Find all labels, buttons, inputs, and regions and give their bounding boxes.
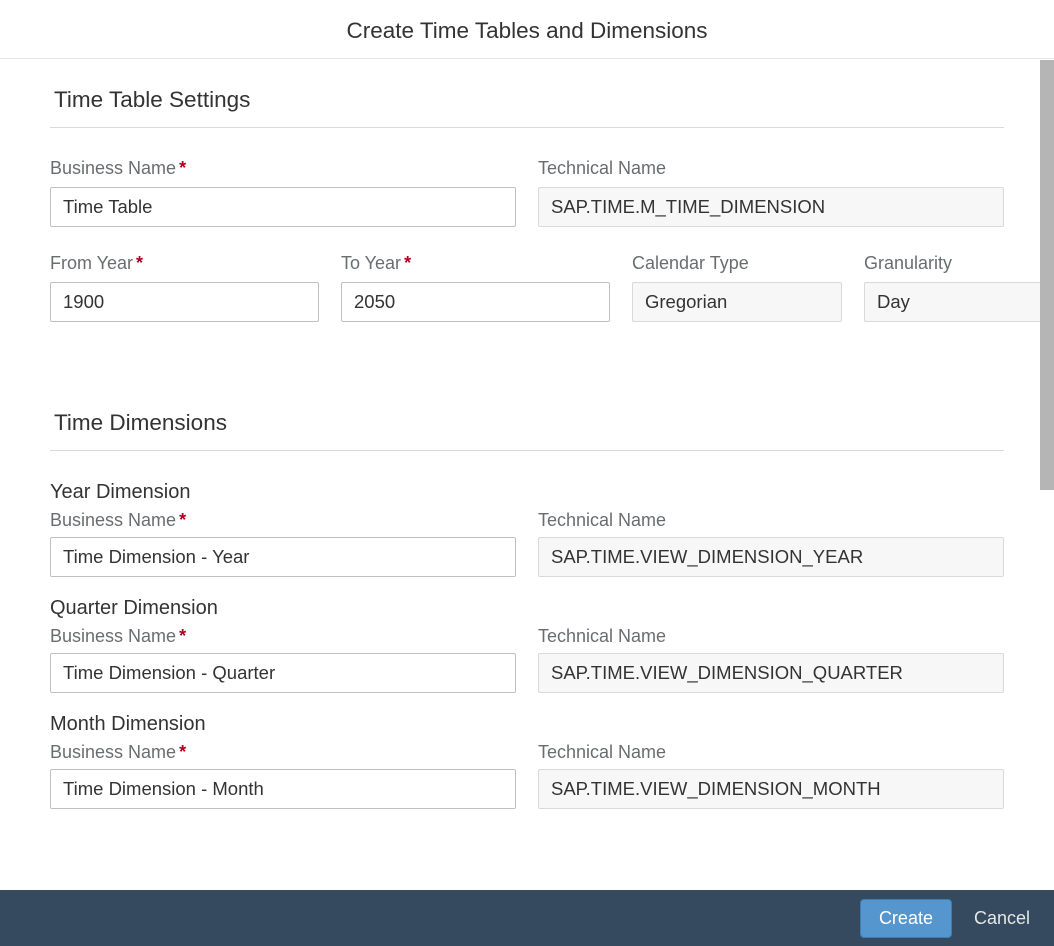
label-month-technical-name: Technical Name xyxy=(538,742,1004,763)
heading-year-dimension: Year Dimension xyxy=(50,481,1004,504)
field-from-year: From Year xyxy=(50,253,319,322)
label-quarter-business-name: Business Name xyxy=(50,626,516,647)
field-granularity: Granularity Day xyxy=(864,253,1054,322)
dialog-header: Create Time Tables and Dimensions xyxy=(0,0,1054,59)
spacer xyxy=(50,348,1004,382)
section-divider xyxy=(50,127,1004,128)
settings-row-1: Business Name Technical Name SAP.TIME.M_… xyxy=(50,158,1004,227)
readonly-year-technical-name: SAP.TIME.VIEW_DIMENSION_YEAR xyxy=(538,537,1004,577)
label-year-business-name: Business Name xyxy=(50,510,516,531)
label-from-year: From Year xyxy=(50,253,319,274)
create-time-tables-dialog: Create Time Tables and Dimensions Time T… xyxy=(0,0,1054,946)
dialog-body: Time Table Settings Business Name Techni… xyxy=(0,59,1054,890)
label-granularity: Granularity xyxy=(864,253,1054,274)
vertical-scrollbar[interactable] xyxy=(1040,60,1054,490)
settings-row-2: From Year To Year Calendar Type Gregoria… xyxy=(50,253,1004,322)
section-title-dimensions: Time Dimensions xyxy=(54,410,1004,436)
heading-month-dimension: Month Dimension xyxy=(50,713,1004,736)
cancel-button[interactable]: Cancel xyxy=(970,900,1034,937)
input-quarter-business-name[interactable] xyxy=(50,653,516,693)
field-month-technical-name: Technical Name SAP.TIME.VIEW_DIMENSION_M… xyxy=(538,742,1004,809)
dimension-block-month: Month Dimension Business Name Technical … xyxy=(50,713,1004,809)
month-row: Business Name Technical Name SAP.TIME.VI… xyxy=(50,742,1004,809)
label-calendar-type: Calendar Type xyxy=(632,253,842,274)
section-title-settings: Time Table Settings xyxy=(54,87,1004,113)
section-divider xyxy=(50,450,1004,451)
readonly-quarter-technical-name: SAP.TIME.VIEW_DIMENSION_QUARTER xyxy=(538,653,1004,693)
field-month-business-name: Business Name xyxy=(50,742,516,809)
field-business-name: Business Name xyxy=(50,158,516,227)
field-to-year: To Year xyxy=(341,253,610,322)
readonly-month-technical-name: SAP.TIME.VIEW_DIMENSION_MONTH xyxy=(538,769,1004,809)
input-month-business-name[interactable] xyxy=(50,769,516,809)
input-from-year[interactable] xyxy=(50,282,319,322)
label-to-year: To Year xyxy=(341,253,610,274)
field-calendar-type: Calendar Type Gregorian xyxy=(632,253,842,322)
year-row: Business Name Technical Name SAP.TIME.VI… xyxy=(50,510,1004,577)
input-to-year[interactable] xyxy=(341,282,610,322)
quarter-row: Business Name Technical Name SAP.TIME.VI… xyxy=(50,626,1004,693)
field-quarter-technical-name: Technical Name SAP.TIME.VIEW_DIMENSION_Q… xyxy=(538,626,1004,693)
dialog-title: Create Time Tables and Dimensions xyxy=(0,18,1054,44)
label-year-technical-name: Technical Name xyxy=(538,510,1004,531)
dimension-block-quarter: Quarter Dimension Business Name Technica… xyxy=(50,597,1004,693)
create-button[interactable]: Create xyxy=(860,899,952,938)
label-month-business-name: Business Name xyxy=(50,742,516,763)
field-quarter-business-name: Business Name xyxy=(50,626,516,693)
dialog-footer: Create Cancel xyxy=(0,890,1054,946)
field-year-business-name: Business Name xyxy=(50,510,516,577)
dimension-block-year: Year Dimension Business Name Technical N… xyxy=(50,481,1004,577)
field-technical-name: Technical Name SAP.TIME.M_TIME_DIMENSION xyxy=(538,158,1004,227)
input-business-name[interactable] xyxy=(50,187,516,227)
label-technical-name: Technical Name xyxy=(538,158,1004,179)
select-calendar-type[interactable]: Gregorian xyxy=(632,282,842,322)
label-business-name: Business Name xyxy=(50,158,516,179)
field-year-technical-name: Technical Name SAP.TIME.VIEW_DIMENSION_Y… xyxy=(538,510,1004,577)
readonly-technical-name: SAP.TIME.M_TIME_DIMENSION xyxy=(538,187,1004,227)
label-quarter-technical-name: Technical Name xyxy=(538,626,1004,647)
select-granularity[interactable]: Day xyxy=(864,282,1054,322)
input-year-business-name[interactable] xyxy=(50,537,516,577)
heading-quarter-dimension: Quarter Dimension xyxy=(50,597,1004,620)
